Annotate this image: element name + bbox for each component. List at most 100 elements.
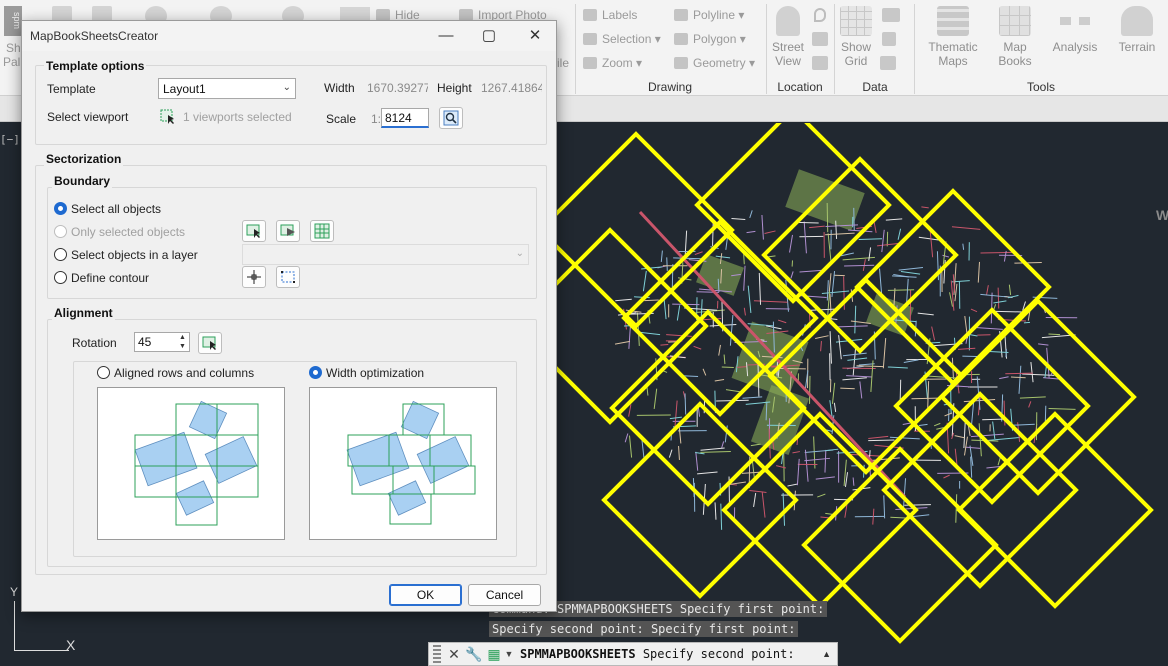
street-segment <box>943 474 950 479</box>
analysis-button[interactable]: Analysis <box>1048 6 1102 54</box>
select-objects-in-layer-radio[interactable] <box>54 248 67 261</box>
street-segment <box>900 270 921 275</box>
thematic-maps-button[interactable]: Thematic Maps <box>924 6 982 68</box>
street-segment <box>844 472 849 488</box>
street-segment <box>870 360 874 393</box>
street-view-button[interactable]: Street View <box>768 6 808 68</box>
street-segment <box>1048 333 1061 336</box>
chevron-down-icon[interactable]: ▼ <box>504 649 514 659</box>
edge-letter: W <box>1156 207 1168 223</box>
street-segment <box>882 338 887 369</box>
street-segment <box>978 423 982 457</box>
width-optimization-label[interactable]: Width optimization <box>326 366 424 380</box>
zoom-button[interactable]: Zoom ▾ <box>583 56 642 70</box>
chevron-up-icon[interactable]: ▲ <box>822 649 831 659</box>
rotation-spinner[interactable]: ▲ ▼ <box>176 333 189 351</box>
street-segment <box>721 441 725 449</box>
street-segment <box>944 412 953 417</box>
street-segment <box>776 465 787 469</box>
spin-up-icon[interactable]: ▲ <box>176 333 189 342</box>
layer-objects-button[interactable] <box>310 220 334 242</box>
street-segment <box>883 495 886 519</box>
pick-point-button[interactable] <box>242 266 266 288</box>
boundary-legend: Boundary <box>52 174 113 188</box>
command-input[interactable]: SPMMAPBOOKSHEETS Specify second point: <box>520 647 795 661</box>
polyline-button[interactable]: Polyline ▾ <box>674 8 744 22</box>
grip-handle[interactable] <box>433 645 441 663</box>
cancel-button[interactable]: Cancel <box>468 584 541 606</box>
street-segment <box>931 326 936 341</box>
close-button[interactable]: ✕ <box>523 25 547 47</box>
ok-button[interactable]: OK <box>389 584 462 606</box>
street-segment <box>813 436 816 469</box>
define-contour-radio[interactable] <box>54 271 67 284</box>
command-line-bar[interactable]: ✕ 🔧 ▦ ▼ SPMMAPBOOKSHEETS Specify second … <box>428 642 838 666</box>
terrain-button[interactable]: Terrain <box>1112 6 1162 54</box>
street-segment <box>993 300 1007 304</box>
street-segment <box>999 376 1009 380</box>
pick-rotation-button[interactable] <box>198 332 222 354</box>
maximize-button[interactable]: ▢ <box>477 25 501 47</box>
show-grid-button[interactable]: Show Grid <box>836 6 876 68</box>
spin-down-icon[interactable]: ▼ <box>176 342 189 351</box>
street-segment <box>831 382 836 404</box>
ribbon-separator <box>575 4 576 94</box>
aligned-rows-label[interactable]: Aligned rows and columns <box>114 366 254 380</box>
select-all-objects-label[interactable]: Select all objects <box>71 202 161 216</box>
street-segment <box>868 435 889 440</box>
street-segment <box>787 483 798 487</box>
geometry-button[interactable]: Geometry ▾ <box>674 56 755 70</box>
street-segment <box>694 251 703 256</box>
street-segment <box>743 265 746 291</box>
select-objects-button[interactable] <box>242 220 266 242</box>
sectorization-legend: Sectorization <box>44 152 124 166</box>
calculator-icon[interactable] <box>882 32 896 46</box>
street-segment <box>1048 407 1076 410</box>
street-segment <box>970 433 1004 438</box>
map-books-button[interactable]: Map Books <box>992 6 1038 68</box>
labels-button[interactable]: Labels <box>583 8 637 22</box>
only-selected-objects-radio[interactable] <box>54 225 67 238</box>
selection-button[interactable]: Selection ▾ <box>583 32 661 46</box>
street-segment <box>700 447 725 451</box>
rectangle-select-icon <box>281 271 295 283</box>
pencil-icon[interactable] <box>882 8 900 22</box>
scale-input[interactable]: 8124 <box>381 108 429 128</box>
polygon-button[interactable]: Polygon ▾ <box>674 32 746 46</box>
street-segment <box>885 218 903 221</box>
add-objects-button[interactable] <box>276 220 300 242</box>
map-books-icon <box>999 6 1031 36</box>
width-optimization-radio[interactable] <box>309 366 322 379</box>
street-segment <box>847 357 868 361</box>
dialog-titlebar[interactable]: MapBookSheetsCreator — ▢ ✕ <box>22 21 556 51</box>
group-location: Location <box>777 80 823 94</box>
street-segment <box>917 312 934 316</box>
wrench-icon[interactable]: 🔧 <box>464 646 484 663</box>
street-segment <box>761 214 764 240</box>
draw-contour-button[interactable] <box>276 266 300 288</box>
street-segment <box>753 492 757 507</box>
define-contour-label[interactable]: Define contour <box>71 271 149 285</box>
select-viewport-button[interactable] <box>156 106 180 128</box>
data-table-icon[interactable] <box>880 56 896 70</box>
close-icon[interactable]: ✕ <box>444 646 464 663</box>
select-all-objects-radio[interactable] <box>54 202 67 215</box>
street-segment <box>833 402 837 413</box>
location-small-icon <box>812 32 828 46</box>
add-selection-icon <box>280 224 295 236</box>
only-selected-objects-label[interactable]: Only selected objects <box>71 225 185 239</box>
street-segment <box>887 366 908 369</box>
street-segment <box>749 210 753 219</box>
template-select[interactable]: Layout1 ⌄ <box>158 78 296 99</box>
aligned-rows-radio[interactable] <box>97 366 110 379</box>
select-objects-in-layer-label[interactable]: Select objects in a layer <box>71 248 198 262</box>
street-segment <box>958 347 976 350</box>
street-segment <box>1010 376 1026 379</box>
minimize-button[interactable]: — <box>434 25 458 47</box>
street-segment <box>777 319 787 324</box>
street-segment <box>963 421 966 449</box>
zoom-preview-button[interactable] <box>439 107 463 129</box>
command-icon[interactable]: ▦ <box>484 646 504 663</box>
layer-select[interactable]: ⌄ <box>242 244 529 265</box>
ribbon-left-tab[interactable]: spm <box>4 6 22 36</box>
